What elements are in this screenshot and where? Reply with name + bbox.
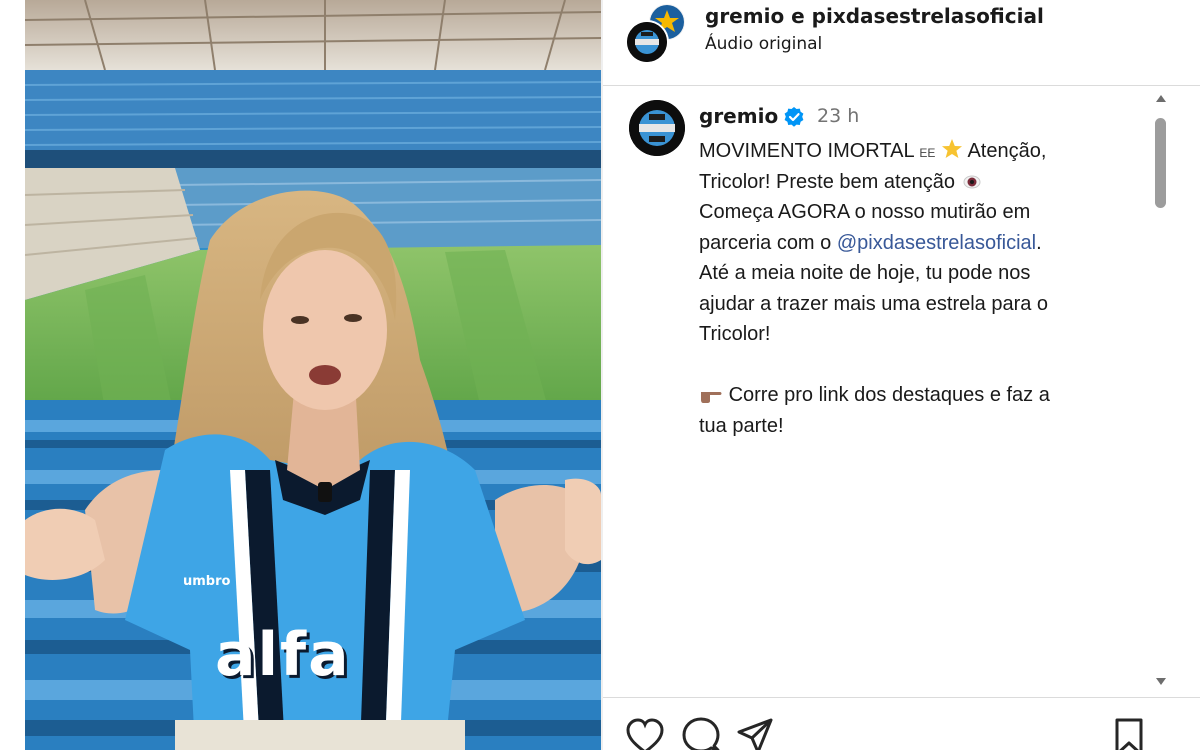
jersey-sponsor-text: alfa [215,620,351,690]
star-emoji-icon [941,139,962,158]
collab-avatars[interactable] [625,2,691,64]
verified-badge-icon [784,107,804,127]
caption-line: MOVIMENTO IMORTAL EE Atenção, [699,136,1139,167]
caption-text: MOVIMENTO IMORTAL EE Atenção, Tricolor! … [699,136,1139,441]
caption-comment: gremio 23 h MOVIMENTO IMORTAL EE Atenção… [603,86,1200,696]
post-usernames[interactable]: gremio e pixdasestrelasoficial [705,4,1044,28]
avatar-gremio[interactable] [625,20,669,64]
caption-line: Até a meia noite de hoje, tu pode nos [699,262,1031,284]
caption-text-part: parceria com o [699,231,832,254]
audio-label[interactable]: Áudio original [705,34,822,54]
caption-line: Tricolor! Preste bem atenção [699,167,1139,198]
caption-text-part: Corre pro link dos destaques e faz a [728,384,1050,406]
caption-line: Começa AGORA o nosso mutirão em [699,201,1031,223]
comment-username[interactable]: gremio [699,104,778,128]
caption-inline-glyph: EE [919,146,936,160]
comment-time[interactable]: 23 h [817,105,859,127]
scroll-down-arrow-icon[interactable] [1154,674,1168,688]
caption-text-part: Atenção, [967,140,1047,162]
commenter-avatar[interactable] [629,100,685,156]
caption-line: Corre pro link dos destaques e faz a [699,380,1139,411]
caption-line: Tricolor! [699,323,771,345]
video-player[interactable]: umbro alfa [25,0,601,750]
scrollbar[interactable] [1151,88,1169,692]
caption-line: parceria com o @pixdasestrelasoficial. [699,228,1139,259]
scroll-up-arrow-icon[interactable] [1154,92,1168,106]
pointing-hand-emoji-icon [701,392,722,403]
share-icon[interactable] [735,716,775,750]
bookmark-icon[interactable] [1109,716,1149,750]
post-header: gremio e pixdasestrelasoficial Áudio ori… [603,0,1200,86]
caption-text-part: . [1036,231,1042,254]
scroll-thumb[interactable] [1155,118,1166,208]
caption-line: tua parte! [699,414,784,437]
comment-icon[interactable] [681,716,721,750]
caption-text-part: MOVIMENTO IMORTAL [699,140,914,162]
jersey-brand-text: umbro [183,574,231,589]
eye-emoji-icon [963,175,981,188]
caption-text-part: Tricolor! Preste bem atenção [699,170,956,193]
mention-link[interactable]: @pixdasestrelasoficial [837,232,1036,254]
heart-icon[interactable] [625,716,665,750]
post-panel: gremio e pixdasestrelasoficial Áudio ori… [603,0,1200,750]
action-bar [603,698,1200,750]
caption-line: ajudar a trazer mais uma estrela para o [699,292,1049,315]
